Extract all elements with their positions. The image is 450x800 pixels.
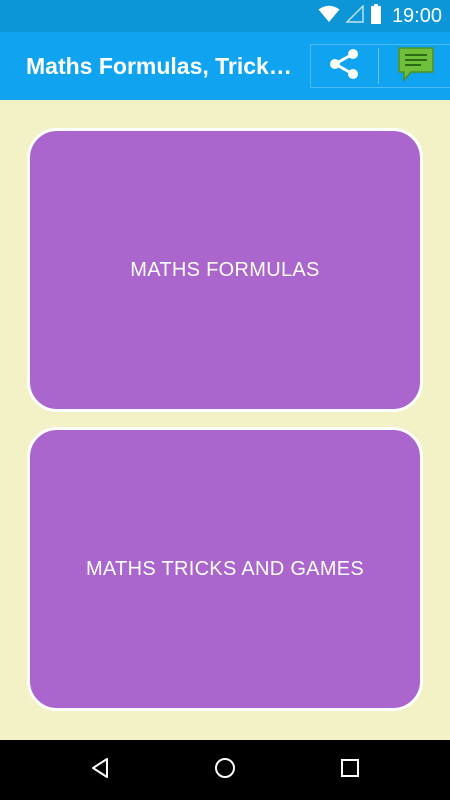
status-icons: 19:00 [318, 0, 442, 32]
back-button[interactable] [70, 740, 130, 800]
chat-icon [396, 45, 436, 88]
maths-tricks-games-card[interactable]: MATHS TRICKS AND GAMES [27, 427, 423, 711]
card-label: MATHS FORMULAS [130, 258, 320, 281]
recent-apps-icon [339, 757, 361, 784]
chat-button[interactable] [388, 44, 444, 88]
home-button[interactable] [195, 740, 255, 800]
card-label: MATHS TRICKS AND GAMES [85, 557, 365, 580]
maths-formulas-card[interactable]: MATHS FORMULAS [27, 128, 423, 412]
signal-icon [345, 3, 364, 28]
share-button[interactable] [314, 44, 374, 88]
share-icon [327, 47, 361, 86]
home-icon [213, 756, 237, 785]
navigation-bar [0, 740, 450, 800]
wifi-icon [318, 5, 340, 28]
app-bar: Maths Formulas, Tricks and Games [0, 32, 450, 100]
app-title: Maths Formulas, Tricks and Games [26, 53, 296, 79]
status-time: 19:00 [391, 4, 442, 27]
recent-apps-button[interactable] [320, 740, 380, 800]
action-divider [378, 48, 379, 84]
status-bar: 19:00 [0, 0, 450, 32]
battery-icon [370, 3, 382, 29]
back-icon [88, 756, 112, 785]
main-content: MATHS FORMULAS MATHS TRICKS AND GAMES [0, 100, 450, 740]
